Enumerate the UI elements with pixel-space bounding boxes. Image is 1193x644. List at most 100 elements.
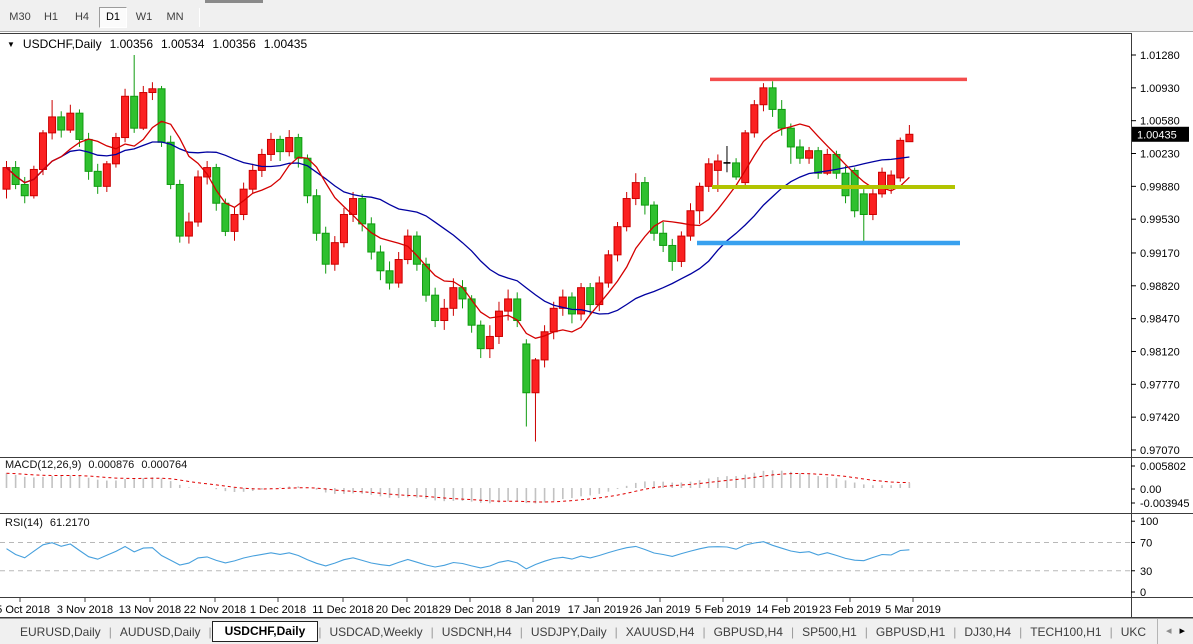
candle-body: [449, 287, 458, 309]
tab-usdchf-daily[interactable]: USDCHF,Daily: [211, 621, 319, 642]
tab-scroll-left-icon[interactable]: ◂: [1166, 626, 1172, 637]
candle-body: [494, 310, 503, 337]
candle-body: [339, 213, 348, 244]
tab-usdcnh-h4[interactable]: USDCNH,H4: [434, 621, 520, 643]
candle-body: [330, 242, 339, 265]
price-tick-label: 1.00930: [1140, 83, 1180, 95]
candle-body: [567, 296, 576, 315]
candle-body: [795, 146, 804, 159]
date-tick-label: 14 Feb 2019: [756, 604, 818, 616]
candle-body: [312, 195, 321, 234]
price-tick-label: 0.98820: [1140, 281, 1180, 293]
candle-body: [805, 150, 814, 159]
candle-body: [905, 133, 914, 143]
candle-body: [358, 198, 367, 225]
candle-body: [750, 104, 759, 134]
tab-audusd-daily[interactable]: AUDUSD,Daily: [112, 621, 209, 643]
candle-body: [677, 235, 686, 262]
chart-canvas[interactable]: 1.01280 1.00930 1.00580 1.00230 0.99880 0.995…: [0, 0, 1193, 644]
price-tick-label: 0.98120: [1140, 346, 1180, 358]
chart-symbol-label: USDCHF,Daily: [22, 37, 102, 51]
candle-body: [20, 183, 29, 197]
terminal-window: M30 H1 H4 D1 W1 MN 1.01280 1.00930 1.00580 1.002…: [0, 0, 1193, 644]
candle-body: [759, 87, 768, 106]
rsi-name: RSI(14): [5, 517, 43, 529]
candle-body: [175, 183, 184, 237]
candle-body: [777, 108, 786, 129]
candle-body: [194, 176, 203, 223]
candle-body: [38, 132, 47, 170]
candle-body: [230, 213, 239, 232]
tab-eurusd-daily[interactable]: EURUSD,Daily: [12, 621, 109, 643]
tab-gbpusd-h4[interactable]: GBPUSD,H4: [706, 621, 791, 643]
rsi-line: [6, 541, 910, 570]
price-tick-label: 0.99530: [1140, 214, 1180, 226]
date-tick-label: 1 Dec 2018: [250, 604, 306, 616]
date-tick-label: 17 Jan 2019: [568, 604, 629, 616]
chart-header: ▼ USDCHF,Daily 1.00356 1.00534 1.00356 1…: [7, 37, 307, 51]
current-price-label: 1.00435: [1137, 129, 1177, 141]
macd-axis-label: 0.005802: [1140, 461, 1186, 473]
candle-body: [294, 137, 303, 159]
macd-name: MACD(12,26,9): [5, 459, 82, 471]
date-tick-label: 20 Dec 2018: [376, 604, 438, 616]
candle-body: [376, 251, 385, 272]
candle-body: [84, 138, 93, 172]
candle-body: [768, 87, 777, 110]
candle-body: [586, 287, 595, 306]
candle-body: [631, 182, 640, 200]
candle-body: [868, 193, 877, 215]
candle-body: [841, 172, 850, 197]
candle-body: [704, 163, 713, 187]
candle-body: [695, 185, 704, 212]
symbol-tabs: EURUSD,Daily | AUDUSD,Daily | USDCHF,Daily | U…: [0, 619, 1156, 644]
price-tick-label: 0.97770: [1140, 379, 1180, 391]
tab-xauusd-h4[interactable]: XAUUSD,H4: [618, 621, 703, 643]
tab-usdcad-weekly[interactable]: USDCAD,Weekly: [321, 621, 430, 643]
candle-body: [29, 168, 38, 197]
candle-body: [640, 182, 649, 206]
macd-panel: [5, 470, 911, 504]
candle-body: [248, 169, 257, 190]
candle-body: [604, 254, 613, 284]
rsi-panel: [0, 541, 1130, 572]
candle-body: [732, 162, 741, 178]
candle-body: [485, 335, 494, 350]
candle-body: [412, 235, 421, 265]
tab-scroll-right-icon[interactable]: ▸: [1179, 626, 1185, 637]
candle-body: [221, 202, 230, 232]
tab-tech100-h1[interactable]: TECH100,H1: [1022, 621, 1109, 643]
date-tick-label: 5 Feb 2019: [695, 604, 751, 616]
candle-body: [121, 95, 130, 139]
candle-body: [303, 157, 312, 197]
price-tick-label: 0.97070: [1140, 445, 1180, 457]
candle-body: [139, 92, 148, 129]
tab-sp500-h1[interactable]: SP500,H1: [794, 621, 865, 643]
macd-main-value: 0.000876: [88, 459, 135, 471]
macd-axis-label: -0.003945: [1140, 498, 1190, 510]
candle-body: [686, 210, 695, 237]
price-tick-label: 0.98470: [1140, 314, 1180, 326]
candle-body: [668, 244, 677, 262]
chart-symbol-dropdown-icon[interactable]: ▼: [7, 40, 15, 49]
date-tick-label: 11 Dec 2018: [312, 604, 374, 616]
candle-body: [157, 88, 166, 143]
chart-open-value: 1.00356: [109, 37, 153, 51]
candle-body: [276, 138, 285, 153]
rsi-indicator-label: RSI(14) 61.2170: [5, 517, 90, 529]
candle-body: [48, 116, 57, 134]
candle-body: [184, 221, 193, 237]
tab-usdjpy-daily[interactable]: USDJPY,Daily: [523, 621, 615, 643]
chart-plot-area[interactable]: [0, 33, 1131, 457]
macd-signal-line: [6, 472, 910, 503]
candle-body: [476, 324, 485, 350]
date-tick-label: 3 Nov 2018: [57, 604, 113, 616]
candle-body: [549, 307, 558, 333]
tab-gbpusd-h1[interactable]: GBPUSD,H1: [868, 621, 953, 643]
tab-ukc[interactable]: UKC: [1113, 621, 1154, 643]
rsi-axis-label: 70: [1140, 537, 1152, 549]
candle-body: [57, 116, 66, 131]
candle-body: [613, 226, 622, 256]
tab-dj30-h4[interactable]: DJ30,H4: [956, 621, 1019, 643]
chart-low-value: 1.00356: [212, 37, 256, 51]
